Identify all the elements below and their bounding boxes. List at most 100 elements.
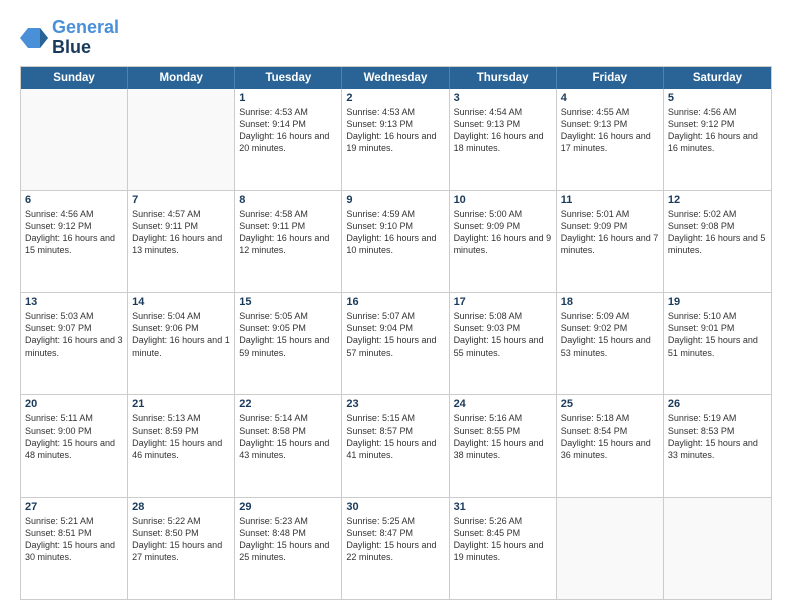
- weekday-header: Thursday: [450, 67, 557, 89]
- logo-text: General Blue: [52, 18, 119, 58]
- calendar-body: 1 Sunrise: 4:53 AM Sunset: 9:14 PM Daylig…: [21, 89, 771, 599]
- calendar-cell: 14 Sunrise: 5:04 AM Sunset: 9:06 PM Dayli…: [128, 293, 235, 394]
- day-number: 22: [239, 398, 337, 410]
- calendar-cell: 15 Sunrise: 5:05 AM Sunset: 9:05 PM Dayli…: [235, 293, 342, 394]
- calendar-cell: 30 Sunrise: 5:25 AM Sunset: 8:47 PM Dayli…: [342, 498, 449, 599]
- day-info: Sunrise: 5:26 AM Sunset: 8:45 PM Dayligh…: [454, 515, 552, 564]
- weekday-header: Monday: [128, 67, 235, 89]
- day-info: Sunrise: 5:23 AM Sunset: 8:48 PM Dayligh…: [239, 515, 337, 564]
- day-number: 21: [132, 398, 230, 410]
- calendar-cell: 10 Sunrise: 5:00 AM Sunset: 9:09 PM Dayli…: [450, 191, 557, 292]
- weekday-header: Tuesday: [235, 67, 342, 89]
- calendar-cell: 25 Sunrise: 5:18 AM Sunset: 8:54 PM Dayli…: [557, 395, 664, 496]
- calendar-cell: 29 Sunrise: 5:23 AM Sunset: 8:48 PM Dayli…: [235, 498, 342, 599]
- day-info: Sunrise: 5:00 AM Sunset: 9:09 PM Dayligh…: [454, 208, 552, 257]
- calendar-cell: 18 Sunrise: 5:09 AM Sunset: 9:02 PM Dayli…: [557, 293, 664, 394]
- day-info: Sunrise: 5:08 AM Sunset: 9:03 PM Dayligh…: [454, 310, 552, 359]
- calendar-cell: 4 Sunrise: 4:55 AM Sunset: 9:13 PM Daylig…: [557, 89, 664, 190]
- calendar-row: 6 Sunrise: 4:56 AM Sunset: 9:12 PM Daylig…: [21, 190, 771, 292]
- day-number: 4: [561, 92, 659, 104]
- calendar-cell: 27 Sunrise: 5:21 AM Sunset: 8:51 PM Dayli…: [21, 498, 128, 599]
- day-number: 5: [668, 92, 767, 104]
- logo: General Blue: [20, 18, 119, 58]
- day-info: Sunrise: 5:09 AM Sunset: 9:02 PM Dayligh…: [561, 310, 659, 359]
- day-info: Sunrise: 5:19 AM Sunset: 8:53 PM Dayligh…: [668, 412, 767, 461]
- calendar-cell: 23 Sunrise: 5:15 AM Sunset: 8:57 PM Dayli…: [342, 395, 449, 496]
- calendar-cell: [664, 498, 771, 599]
- day-info: Sunrise: 5:02 AM Sunset: 9:08 PM Dayligh…: [668, 208, 767, 257]
- day-number: 16: [346, 296, 444, 308]
- weekday-header: Saturday: [664, 67, 771, 89]
- day-info: Sunrise: 5:05 AM Sunset: 9:05 PM Dayligh…: [239, 310, 337, 359]
- day-info: Sunrise: 5:13 AM Sunset: 8:59 PM Dayligh…: [132, 412, 230, 461]
- calendar-cell: 7 Sunrise: 4:57 AM Sunset: 9:11 PM Daylig…: [128, 191, 235, 292]
- day-number: 28: [132, 501, 230, 513]
- weekday-header: Sunday: [21, 67, 128, 89]
- day-info: Sunrise: 5:15 AM Sunset: 8:57 PM Dayligh…: [346, 412, 444, 461]
- calendar-cell: 6 Sunrise: 4:56 AM Sunset: 9:12 PM Daylig…: [21, 191, 128, 292]
- day-number: 29: [239, 501, 337, 513]
- day-number: 8: [239, 194, 337, 206]
- calendar-cell: 26Sunrise: 5:19 AM Sunset: 8:53 PM Dayli…: [664, 395, 771, 496]
- day-number: 7: [132, 194, 230, 206]
- calendar-cell: 19 Sunrise: 5:10 AM Sunset: 9:01 PM Dayli…: [664, 293, 771, 394]
- day-info: Sunrise: 4:53 AM Sunset: 9:14 PM Dayligh…: [239, 106, 337, 155]
- day-info: Sunrise: 5:07 AM Sunset: 9:04 PM Dayligh…: [346, 310, 444, 359]
- weekday-header: Wednesday: [342, 67, 449, 89]
- calendar-cell: [21, 89, 128, 190]
- day-info: Sunrise: 5:21 AM Sunset: 8:51 PM Dayligh…: [25, 515, 123, 564]
- day-number: 30: [346, 501, 444, 513]
- day-info: Sunrise: 4:55 AM Sunset: 9:13 PM Dayligh…: [561, 106, 659, 155]
- logo-icon: [20, 24, 48, 52]
- calendar-cell: 5 Sunrise: 4:56 AM Sunset: 9:12 PM Daylig…: [664, 89, 771, 190]
- day-number: 17: [454, 296, 552, 308]
- calendar-cell: 8Sunrise: 4:58 AM Sunset: 9:11 PM Daylig…: [235, 191, 342, 292]
- day-number: 13: [25, 296, 123, 308]
- calendar: SundayMondayTuesdayWednesdayThursdayFrid…: [20, 66, 772, 600]
- day-info: Sunrise: 5:04 AM Sunset: 9:06 PM Dayligh…: [132, 310, 230, 359]
- calendar-cell: [557, 498, 664, 599]
- day-number: 18: [561, 296, 659, 308]
- day-number: 24: [454, 398, 552, 410]
- day-info: Sunrise: 5:03 AM Sunset: 9:07 PM Dayligh…: [25, 310, 123, 359]
- calendar-cell: [128, 89, 235, 190]
- calendar-cell: 31Sunrise: 5:26 AM Sunset: 8:45 PM Dayli…: [450, 498, 557, 599]
- calendar-row: 1 Sunrise: 4:53 AM Sunset: 9:14 PM Daylig…: [21, 89, 771, 190]
- day-number: 25: [561, 398, 659, 410]
- calendar-cell: 9Sunrise: 4:59 AM Sunset: 9:10 PM Daylig…: [342, 191, 449, 292]
- day-number: 2: [346, 92, 444, 104]
- day-number: 23: [346, 398, 444, 410]
- day-info: Sunrise: 4:56 AM Sunset: 9:12 PM Dayligh…: [668, 106, 767, 155]
- day-number: 10: [454, 194, 552, 206]
- calendar-cell: 24 Sunrise: 5:16 AM Sunset: 8:55 PM Dayli…: [450, 395, 557, 496]
- day-number: 14: [132, 296, 230, 308]
- calendar-row: 20Sunrise: 5:11 AM Sunset: 9:00 PM Dayli…: [21, 394, 771, 496]
- calendar-cell: 17 Sunrise: 5:08 AM Sunset: 9:03 PM Dayli…: [450, 293, 557, 394]
- calendar-cell: 2 Sunrise: 4:53 AM Sunset: 9:13 PM Daylig…: [342, 89, 449, 190]
- calendar-header: SundayMondayTuesdayWednesdayThursdayFrid…: [21, 67, 771, 89]
- day-info: Sunrise: 5:16 AM Sunset: 8:55 PM Dayligh…: [454, 412, 552, 461]
- calendar-cell: 21 Sunrise: 5:13 AM Sunset: 8:59 PM Dayli…: [128, 395, 235, 496]
- weekday-header: Friday: [557, 67, 664, 89]
- day-number: 1: [239, 92, 337, 104]
- day-info: Sunrise: 5:25 AM Sunset: 8:47 PM Dayligh…: [346, 515, 444, 564]
- calendar-cell: 11Sunrise: 5:01 AM Sunset: 9:09 PM Dayli…: [557, 191, 664, 292]
- day-number: 15: [239, 296, 337, 308]
- day-info: Sunrise: 5:01 AM Sunset: 9:09 PM Dayligh…: [561, 208, 659, 257]
- day-info: Sunrise: 5:18 AM Sunset: 8:54 PM Dayligh…: [561, 412, 659, 461]
- calendar-cell: 22Sunrise: 5:14 AM Sunset: 8:58 PM Dayli…: [235, 395, 342, 496]
- day-number: 19: [668, 296, 767, 308]
- day-info: Sunrise: 4:54 AM Sunset: 9:13 PM Dayligh…: [454, 106, 552, 155]
- calendar-row: 27 Sunrise: 5:21 AM Sunset: 8:51 PM Dayli…: [21, 497, 771, 599]
- day-info: Sunrise: 4:56 AM Sunset: 9:12 PM Dayligh…: [25, 208, 123, 257]
- day-info: Sunrise: 5:10 AM Sunset: 9:01 PM Dayligh…: [668, 310, 767, 359]
- day-info: Sunrise: 5:22 AM Sunset: 8:50 PM Dayligh…: [132, 515, 230, 564]
- calendar-cell: 1 Sunrise: 4:53 AM Sunset: 9:14 PM Daylig…: [235, 89, 342, 190]
- day-number: 3: [454, 92, 552, 104]
- day-info: Sunrise: 4:57 AM Sunset: 9:11 PM Dayligh…: [132, 208, 230, 257]
- day-info: Sunrise: 4:53 AM Sunset: 9:13 PM Dayligh…: [346, 106, 444, 155]
- calendar-cell: 20Sunrise: 5:11 AM Sunset: 9:00 PM Dayli…: [21, 395, 128, 496]
- calendar-cell: 16 Sunrise: 5:07 AM Sunset: 9:04 PM Dayli…: [342, 293, 449, 394]
- day-number: 27: [25, 501, 123, 513]
- day-number: 6: [25, 194, 123, 206]
